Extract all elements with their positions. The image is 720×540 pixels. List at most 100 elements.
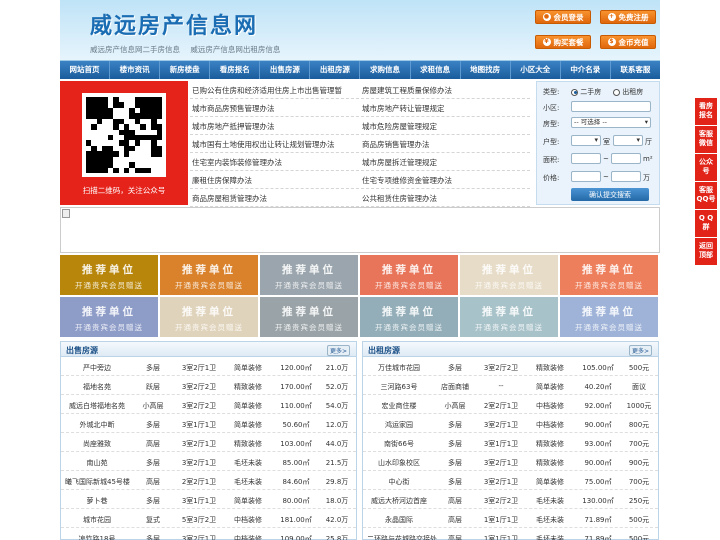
banner-image[interactable]: [60, 207, 660, 253]
radio-sale[interactable]: [571, 88, 578, 96]
recommended-unit-tile[interactable]: 推荐单位 开通贵宾会员赠送: [60, 297, 158, 337]
listing-community[interactable]: 山水印象校区: [367, 458, 431, 468]
table-row[interactable]: 中心街 多层 3室2厅1卫 简单装修 75.00㎡ 700元: [363, 471, 658, 490]
news-link[interactable]: 住宅室内装饰装修管理办法: [192, 157, 282, 168]
table-row[interactable]: 曦飞国际新城45号楼 高层 2室2厅1卫 毛坯未装 84.60㎡ 29.8万: [61, 471, 356, 490]
table-row[interactable]: 萝卜巷 多层 3室1厅1卫 简单装修 80.00㎡ 18.0万: [61, 490, 356, 509]
nav-wanted-buy[interactable]: 求购信息: [360, 61, 411, 79]
recommended-unit-tile[interactable]: 推荐单位 开通贵宾会员赠送: [460, 297, 558, 337]
rent-more-button[interactable]: 更多>: [628, 345, 652, 356]
listing-community[interactable]: 宏业商住楼: [367, 401, 431, 411]
buy-package-button[interactable]: ¥ 购买套餐: [535, 35, 591, 49]
recommended-unit-tile[interactable]: 推荐单位 开通贵宾会员赠送: [160, 297, 258, 337]
nav-new-homes[interactable]: 新房楼盘: [160, 61, 211, 79]
listing-community[interactable]: 三河路63号: [367, 382, 431, 392]
tagline-sale[interactable]: 威远房产信息网二手房信息: [90, 45, 180, 54]
site-logo[interactable]: 威远房产信息网: [90, 8, 258, 40]
nav-contact[interactable]: 联系客服: [611, 61, 660, 79]
table-row[interactable]: 万佳城市花园 多层 3室2厅2卫 精致装修 105.00㎡ 500元: [363, 357, 658, 376]
recommended-unit-tile[interactable]: 推荐单位 开通贵宾会员赠送: [160, 255, 258, 295]
area-max-input[interactable]: [611, 153, 641, 164]
table-row[interactable]: 外城北中断 多层 3室1厅1卫 简单装修 50.60㎡ 12.0万: [61, 414, 356, 433]
listing-community[interactable]: 威远大桥河边首座: [367, 496, 431, 506]
price-min-input[interactable]: [571, 171, 601, 182]
listing-community[interactable]: 威远白塔福地名苑: [65, 401, 129, 411]
table-row[interactable]: 凉竹路18号 多层 3室2厅1卫 中档装修 109.00㎡ 25.8万: [61, 528, 356, 540]
table-row[interactable]: 严中旁边 多层 3室2厅1卫 简单装修 120.00㎡ 21.0万: [61, 357, 356, 376]
nav-home[interactable]: 网站首页: [60, 61, 111, 79]
listing-community[interactable]: 鸿运家园: [367, 420, 431, 430]
table-row[interactable]: 南山苑 多层 3室2厅1卫 毛坯未装 85.00㎡ 21.5万: [61, 452, 356, 471]
listing-community[interactable]: 南山苑: [65, 458, 129, 468]
recommended-unit-tile[interactable]: 推荐单位 开通贵宾会员赠送: [460, 255, 558, 295]
news-link[interactable]: 城市房屋拆迁管理规定: [362, 157, 437, 168]
price-max-input[interactable]: [611, 171, 641, 182]
search-submit-button[interactable]: 确认提交搜索: [571, 188, 649, 201]
news-link[interactable]: 房屋建筑工程质量保修办法: [362, 85, 452, 96]
recommended-unit-tile[interactable]: 推荐单位 开通贵宾会员赠送: [360, 297, 458, 337]
listing-community[interactable]: 中心街: [367, 477, 431, 487]
listing-community[interactable]: 萝卜巷: [65, 496, 129, 506]
rooms-select[interactable]: ▾: [571, 135, 601, 146]
listing-community[interactable]: 曦飞国际新城45号楼: [65, 477, 130, 487]
sale-more-button[interactable]: 更多>: [326, 345, 350, 356]
nav-agents[interactable]: 中介名录: [561, 61, 611, 79]
listing-community[interactable]: 永晶国际: [367, 515, 431, 525]
table-row[interactable]: 永晶国际 高层 1室1厅1卫 毛坯未装 71.89㎡ 500元: [363, 509, 658, 528]
area-min-input[interactable]: [571, 153, 601, 164]
news-link[interactable]: 已购公有住房和经济适用住房上市出售管理暂: [192, 85, 342, 96]
side-viewing-signup-button[interactable]: 看房 报名: [695, 98, 717, 125]
tagline-rent[interactable]: 威远房产信息网出租房信息: [190, 45, 280, 54]
register-button[interactable]: + 免费注册: [600, 10, 656, 24]
community-input[interactable]: [571, 101, 651, 112]
listing-community[interactable]: 尚座雅致: [65, 439, 129, 449]
news-link[interactable]: 城市国有土地使用权出让转让规划管理办法: [192, 139, 335, 150]
side-wechat-service-button[interactable]: 客服 微信: [695, 126, 717, 153]
news-link[interactable]: 公共租赁住房管理办法: [362, 193, 437, 204]
table-row[interactable]: 南街66号 多层 3室1厅1卫 精致装修 93.00㎡ 700元: [363, 433, 658, 452]
recharge-button[interactable]: $ 金币充值: [600, 35, 656, 49]
news-link[interactable]: 住宅专项维修资金管理办法: [362, 175, 452, 186]
table-row[interactable]: 城市花园 复式 5室3厅2卫 中档装修 181.00㎡ 42.0万: [61, 509, 356, 528]
listing-community[interactable]: 二环路与花城路交接处: [367, 534, 437, 540]
listing-community[interactable]: 福地名苑: [65, 382, 129, 392]
back-to-top-button[interactable]: 返回 顶部: [695, 238, 717, 265]
news-link[interactable]: 城市危险房屋管理规定: [362, 121, 437, 132]
nav-for-sale[interactable]: 出售房源: [260, 61, 311, 79]
table-row[interactable]: 鸿运家园 多层 3室2厅1卫 中档装修 90.00㎡ 800元: [363, 414, 658, 433]
table-row[interactable]: 威远大桥河边首座 高层 3室2厅2卫 毛坯未装 130.00㎡ 250元: [363, 490, 658, 509]
type-option-rent[interactable]: 出租房: [613, 87, 643, 97]
table-row[interactable]: 三河路63号 店面商铺 -- 简单装修 40.20㎡ 面议: [363, 376, 658, 395]
nav-wanted-rent[interactable]: 求租信息: [411, 61, 461, 79]
house-type-select[interactable]: -- 可选择 -- ▾: [571, 117, 651, 128]
nav-news[interactable]: 楼市资讯: [110, 61, 161, 79]
table-row[interactable]: 威远白塔福地名苑 小高层 3室2厅2卫 简单装修 110.00㎡ 54.0万: [61, 395, 356, 414]
nav-for-rent[interactable]: 出租房源: [310, 61, 361, 79]
recommended-unit-tile[interactable]: 推荐单位 开通贵宾会员赠送: [360, 255, 458, 295]
side-qq-service-button[interactable]: 客服 QQ号: [695, 182, 717, 209]
radio-rent[interactable]: [613, 88, 620, 96]
table-row[interactable]: 宏业商住楼 小高层 2室2厅1卫 中档装修 92.00㎡ 1000元: [363, 395, 658, 414]
table-row[interactable]: 福地名苑 跃层 3室2厅2卫 精致装修 170.00㎡ 52.0万: [61, 376, 356, 395]
recommended-unit-tile[interactable]: 推荐单位 开通贵宾会员赠送: [560, 255, 658, 295]
recommended-unit-tile[interactable]: 推荐单位 开通贵宾会员赠送: [260, 255, 358, 295]
recommended-unit-tile[interactable]: 推荐单位 开通贵宾会员赠送: [560, 297, 658, 337]
nav-viewing-signup[interactable]: 看房报名: [210, 61, 261, 79]
side-qq-group-button[interactable]: Q Q群: [695, 210, 717, 237]
nav-map-search[interactable]: 地图找房: [461, 61, 511, 79]
news-link[interactable]: 廉租住房保障办法: [192, 175, 252, 186]
listing-community[interactable]: 外城北中断: [65, 420, 129, 430]
listing-community[interactable]: 南街66号: [367, 439, 431, 449]
table-row[interactable]: 二环路与花城路交接处 高层 1室1厅1卫 毛坯未装 71.89㎡ 500元: [363, 528, 658, 540]
listing-community[interactable]: 严中旁边: [65, 363, 129, 373]
halls-select[interactable]: ▾: [613, 135, 643, 146]
table-row[interactable]: 尚座雅致 高层 3室2厅1卫 精致装修 103.00㎡ 44.0万: [61, 433, 356, 452]
listing-community[interactable]: 城市花园: [65, 515, 129, 525]
recommended-unit-tile[interactable]: 推荐单位 开通贵宾会员赠送: [60, 255, 158, 295]
news-link[interactable]: 城市商品房预售管理办法: [192, 103, 275, 114]
type-option-sale[interactable]: 二手房: [571, 87, 601, 97]
news-link[interactable]: 商品房屋租赁管理办法: [192, 193, 267, 204]
news-link[interactable]: 城市房地产转让管理规定: [362, 103, 445, 114]
login-button[interactable]: ● 会员登录: [535, 10, 591, 24]
news-link[interactable]: 城市房地产抵押管理办法: [192, 121, 275, 132]
